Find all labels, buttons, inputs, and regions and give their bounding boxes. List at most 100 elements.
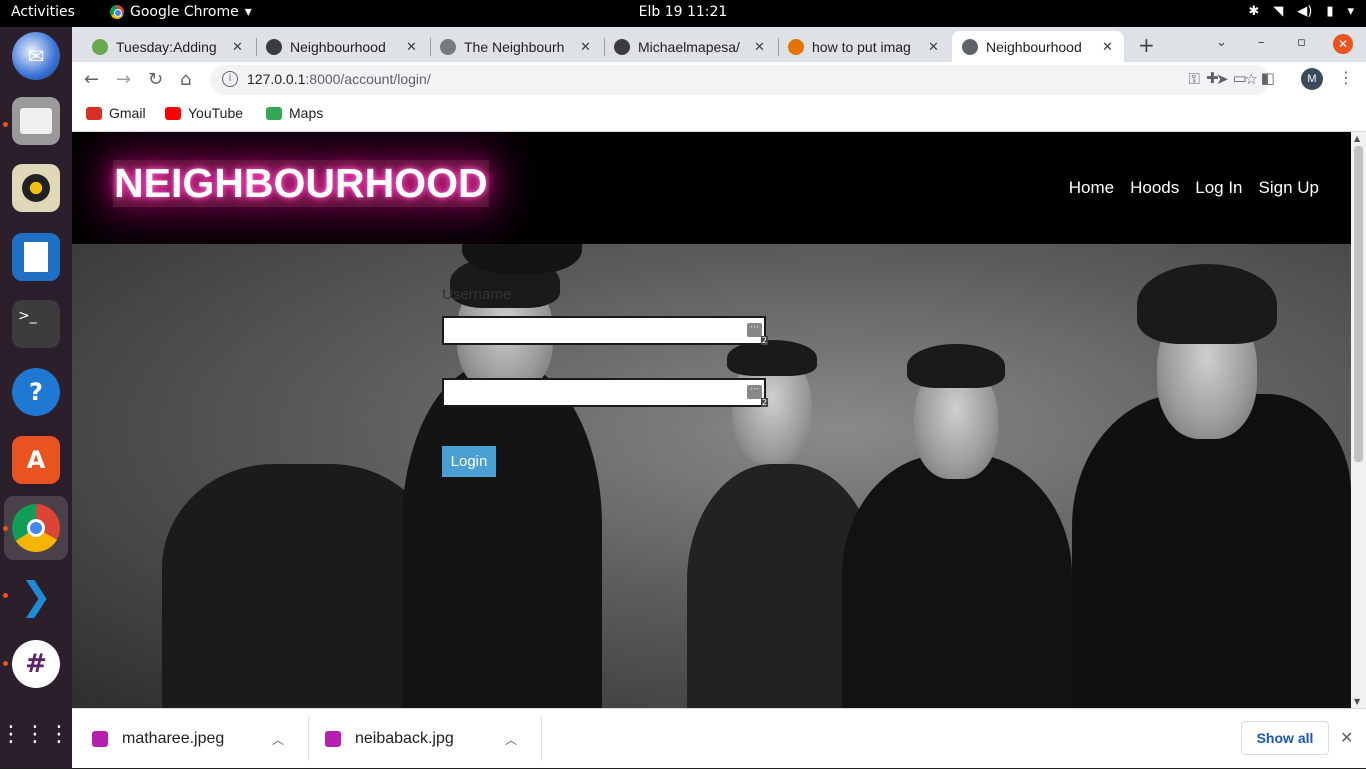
nav-log-in[interactable]: Log In <box>1195 178 1242 198</box>
username-input[interactable]: ··· 2 <box>442 316 768 345</box>
bookmarks-bar: Gmail YouTube Maps <box>72 98 1366 132</box>
divider <box>308 717 309 761</box>
tab-neighbourhood-active[interactable]: Neighbourhood ✕ <box>952 31 1124 62</box>
globe-icon <box>962 38 978 55</box>
rhythmbox-icon[interactable] <box>12 164 60 212</box>
terminal-icon[interactable]: >_ <box>12 300 60 348</box>
close-icon[interactable]: ✕ <box>928 39 939 55</box>
profile-avatar[interactable]: M <box>1301 68 1323 90</box>
gmail-icon <box>86 106 102 120</box>
close-icon[interactable]: ✕ <box>1340 728 1353 748</box>
show-apps-icon[interactable]: ⋮⋮⋮ <box>0 710 70 758</box>
nav-home[interactable]: Home <box>1069 178 1114 198</box>
system-tray[interactable]: ✱ ◥ ◀) ▮ ▾ <box>1248 4 1354 19</box>
bookmark-label: Maps <box>289 105 324 121</box>
password-manager-count: 2 <box>760 398 768 407</box>
tab-search-icon[interactable]: ⌄ <box>1216 35 1227 50</box>
system-clock[interactable]: Elb 19 11:21 <box>0 4 1366 20</box>
download-item[interactable]: matharee.jpeg ︿ <box>92 709 284 769</box>
bookmark-youtube[interactable]: YouTube <box>165 105 243 121</box>
battery-icon: ▮ <box>1326 4 1334 19</box>
close-icon[interactable]: ✕ <box>580 39 591 55</box>
files-icon[interactable] <box>12 97 60 145</box>
menu-icon[interactable]: ⋮ <box>1338 68 1354 87</box>
image-file-icon <box>325 731 341 747</box>
running-indicator <box>3 593 8 598</box>
chevron-up-icon[interactable]: ︿ <box>272 731 284 748</box>
download-filename: matharee.jpeg <box>122 730 225 747</box>
scrollbar-thumb[interactable] <box>1354 146 1363 462</box>
bookmark-gmail[interactable]: Gmail <box>86 105 146 121</box>
youtube-icon <box>165 106 181 120</box>
settings-indicator-icon: ✱ <box>1248 4 1260 19</box>
close-icon[interactable]: ✕ <box>232 39 243 55</box>
vscode-icon[interactable]: ❯ <box>12 572 60 620</box>
forward-icon[interactable]: → <box>116 69 131 90</box>
help-icon[interactable]: ? <box>12 368 60 416</box>
show-all-downloads-button[interactable]: Show all <box>1241 721 1329 755</box>
address-bar[interactable]: i 127.0.0.1:8000/account/login/ ⚿ ➤ ☆ <box>210 65 1270 95</box>
nav-hoods[interactable]: Hoods <box>1130 178 1179 198</box>
chevron-up-icon[interactable]: ︿ <box>505 731 517 748</box>
tab-title: Neighbourhood <box>290 38 386 55</box>
tab-title: Tuesday:Adding <box>116 38 217 55</box>
url-path: :8000/account/login/ <box>305 71 431 87</box>
maximize-icon[interactable]: ▫ <box>1297 35 1306 50</box>
bookmark-label: YouTube <box>188 105 244 121</box>
password-manager-icon[interactable]: ··· <box>747 323 762 337</box>
running-indicator <box>3 661 8 666</box>
new-tab-button[interactable]: + <box>1138 33 1155 57</box>
back-icon[interactable]: ← <box>84 69 99 90</box>
site-brand-logo[interactable]: NEIGHBOURHOOD <box>113 160 489 207</box>
github-icon <box>266 38 282 55</box>
login-button[interactable]: Login <box>442 446 496 477</box>
tab-tuesday-adding[interactable]: Tuesday:Adding ✕ <box>82 31 254 62</box>
close-icon[interactable]: ✕ <box>1102 39 1113 55</box>
tab-how-to-put-image[interactable]: how to put imag ✕ <box>778 31 950 62</box>
tab-title: how to put imag <box>812 38 911 55</box>
key-icon[interactable]: ⚿ <box>1189 70 1200 88</box>
tab-neighbourhood-github[interactable]: Neighbourhood ✕ <box>256 31 428 62</box>
slack-icon[interactable]: # <box>12 640 60 688</box>
minimize-icon[interactable]: – <box>1258 35 1265 50</box>
scroll-up-icon[interactable]: ▲ <box>1354 134 1360 143</box>
wifi-icon: ◥ <box>1273 4 1284 19</box>
download-item[interactable]: neibaback.jpg ︿ <box>325 709 517 769</box>
cast-icon[interactable]: ▭ <box>1233 69 1247 87</box>
close-icon[interactable]: ✕ <box>406 39 417 55</box>
extensions-icon[interactable]: ✚ <box>1206 69 1219 87</box>
tab-michaelmapesa[interactable]: Michaelmapesa/ ✕ <box>604 31 776 62</box>
tab-the-neighbourhood[interactable]: The Neighbourh ✕ <box>430 31 602 62</box>
image-file-icon <box>92 731 108 747</box>
running-indicator <box>3 526 8 531</box>
reload-icon[interactable]: ↻ <box>148 69 163 90</box>
page-scrollbar[interactable]: ▲ ▼ <box>1351 132 1366 708</box>
home-icon[interactable]: ⌂ <box>180 69 191 90</box>
photo-hair <box>727 340 817 376</box>
photo-person <box>1072 394 1351 708</box>
hero-background-photo: Username ··· 2 ··· 2 Login <box>72 244 1351 708</box>
extension-icons: ✚ ▭ ◧ <box>1206 69 1275 87</box>
dock: ✉ >_ ? A ❯ # ⋮⋮⋮ <box>0 27 72 768</box>
volume-icon: ◀) <box>1297 4 1313 19</box>
tab-title: The Neighbourh <box>464 38 565 55</box>
bookmark-maps[interactable]: Maps <box>266 105 323 121</box>
close-window-icon[interactable]: ✕ <box>1333 34 1353 54</box>
scroll-down-icon[interactable]: ▼ <box>1354 697 1360 706</box>
site-info-icon[interactable]: i <box>222 71 238 87</box>
close-icon[interactable]: ✕ <box>754 39 765 55</box>
password-manager-icon[interactable]: ··· <box>747 385 762 399</box>
software-center-icon[interactable]: A <box>12 436 60 484</box>
libreoffice-writer-icon[interactable] <box>12 233 60 281</box>
maps-icon <box>266 106 282 120</box>
thunderbird-icon[interactable]: ✉ <box>12 32 60 80</box>
side-panel-icon[interactable]: ◧ <box>1261 69 1275 87</box>
password-input[interactable]: ··· 2 <box>442 378 768 407</box>
chrome-dock-icon[interactable] <box>12 504 60 552</box>
url-text[interactable]: 127.0.0.1:8000/account/login/ <box>247 71 431 87</box>
stackoverflow-icon <box>788 38 804 55</box>
photo-person <box>402 364 602 708</box>
username-label: Username <box>442 286 512 303</box>
nav-sign-up[interactable]: Sign Up <box>1259 178 1319 198</box>
tab-title: Michaelmapesa/ <box>638 38 740 55</box>
